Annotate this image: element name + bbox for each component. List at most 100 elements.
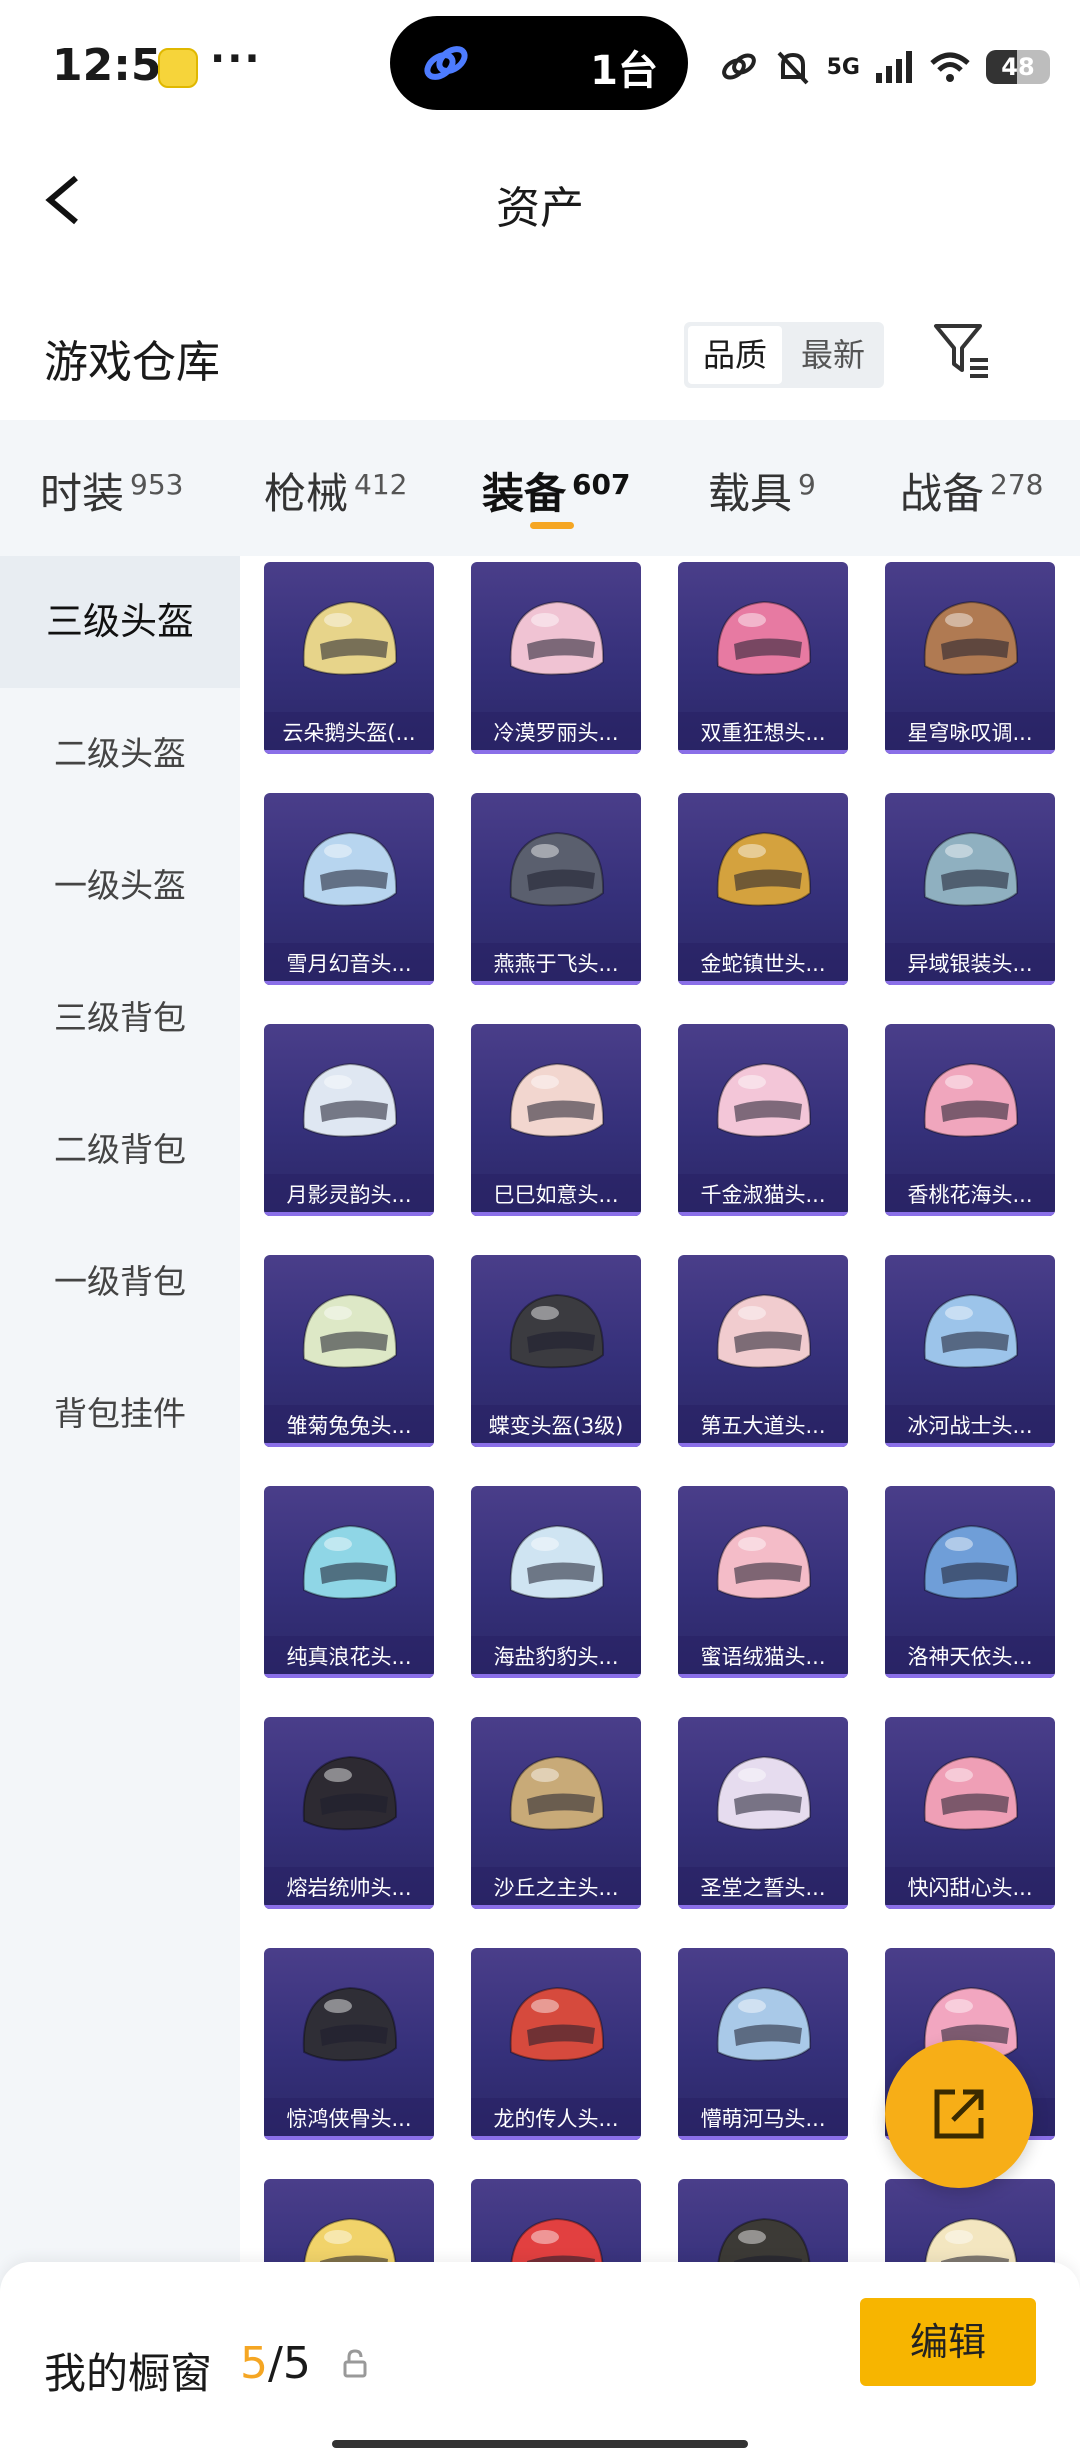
- item-card[interactable]: 云朵鹅头盔(...: [264, 562, 434, 754]
- item-card[interactable]: 沙丘之主头...: [471, 1717, 641, 1909]
- quality-bar: [264, 1212, 434, 1216]
- helmet-icon: [509, 1524, 605, 1600]
- item-name: 雏菊兔兔头...: [264, 1405, 434, 1447]
- sort-toggle: 品质 最新: [684, 322, 884, 388]
- edit-button[interactable]: 编辑: [860, 2298, 1036, 2386]
- tab-guns[interactable]: 枪械 412: [264, 460, 407, 521]
- helmet-icon: [716, 1524, 812, 1600]
- quality-bar: [885, 1212, 1055, 1216]
- item-name: 巳巳如意头...: [471, 1174, 641, 1216]
- helmet-icon: [302, 600, 398, 676]
- helmet-icon: [302, 831, 398, 907]
- subcategory-backpack-charm[interactable]: 背包挂件: [0, 1348, 240, 1480]
- helmet-icon: [509, 600, 605, 676]
- subcategory-level1-backpack[interactable]: 一级背包: [0, 1216, 240, 1348]
- quality-bar: [678, 1674, 848, 1678]
- helmet-icon: [716, 831, 812, 907]
- item-card[interactable]: 海盐豹豹头...: [471, 1486, 641, 1678]
- quality-bar: [471, 2136, 641, 2140]
- quality-bar: [264, 1443, 434, 1447]
- quality-bar: [471, 1212, 641, 1216]
- link-icon: [424, 46, 468, 80]
- status-icons: 5G 48: [719, 44, 1050, 90]
- helmet-icon: [716, 1293, 812, 1369]
- tab-equipment[interactable]: 装备 607: [482, 460, 630, 521]
- helmet-icon: [923, 600, 1019, 676]
- item-card[interactable]: 第五大道头...: [678, 1255, 848, 1447]
- item-card[interactable]: 香桃花海头...: [885, 1024, 1055, 1216]
- item-name: 燕燕于飞头...: [471, 943, 641, 985]
- item-name: 纯真浪花头...: [264, 1636, 434, 1678]
- item-card[interactable]: 金蛇镇世头...: [678, 793, 848, 985]
- item-card[interactable]: 星穹咏叹调...: [885, 562, 1055, 754]
- subcategory-level3-backpack[interactable]: 三级背包: [0, 952, 240, 1084]
- dynamic-island[interactable]: 1台: [390, 16, 688, 110]
- more-notifications-icon: ···: [210, 36, 262, 82]
- share-button[interactable]: [885, 2040, 1033, 2188]
- subcategory-level1-helmet[interactable]: 一级头盔: [0, 820, 240, 952]
- home-indicator[interactable]: [332, 2440, 748, 2448]
- item-card[interactable]: 洛神天依头...: [885, 1486, 1055, 1678]
- helmet-icon: [923, 1293, 1019, 1369]
- tab-battle-prep[interactable]: 战备 278: [900, 460, 1043, 521]
- item-card[interactable]: 圣堂之誓头...: [678, 1717, 848, 1909]
- item-card[interactable]: 双重狂想头...: [678, 562, 848, 754]
- warehouse-header: 游戏仓库 品质 最新: [0, 300, 1080, 410]
- item-card[interactable]: 龙的传人头...: [471, 1948, 641, 2140]
- item-card[interactable]: 熔岩统帅头...: [264, 1717, 434, 1909]
- item-card[interactable]: 巳巳如意头...: [471, 1024, 641, 1216]
- subcategory-level2-backpack[interactable]: 二级背包: [0, 1084, 240, 1216]
- item-card[interactable]: 蝶变头盔(3级): [471, 1255, 641, 1447]
- helmet-icon: [716, 1062, 812, 1138]
- item-card[interactable]: 懵萌河马头...: [678, 1948, 848, 2140]
- quality-bar: [885, 1674, 1055, 1678]
- item-name: 双重狂想头...: [678, 712, 848, 754]
- active-tab-indicator: [530, 522, 574, 529]
- top-nav: 资产: [0, 130, 1080, 270]
- item-name: 沙丘之主头...: [471, 1867, 641, 1909]
- item-card[interactable]: 冷漠罗丽头...: [471, 562, 641, 754]
- item-card[interactable]: 快闪甜心头...: [885, 1717, 1055, 1909]
- item-card[interactable]: 千金淑猫头...: [678, 1024, 848, 1216]
- helmet-icon: [509, 1062, 605, 1138]
- sort-quality-option[interactable]: 品质: [688, 326, 782, 384]
- item-card[interactable]: 纯真浪花头...: [264, 1486, 434, 1678]
- showcase-label: 我的橱窗: [44, 2349, 213, 2398]
- subcategory-level2-helmet[interactable]: 二级头盔: [0, 688, 240, 820]
- quality-bar: [678, 2136, 848, 2140]
- quality-bar: [885, 1905, 1055, 1909]
- quality-bar: [264, 750, 434, 754]
- warehouse-title: 游戏仓库: [44, 337, 220, 388]
- quality-bar: [264, 2136, 434, 2140]
- island-count: 1台: [590, 48, 658, 94]
- subcategory-level3-helmet[interactable]: 三级头盔: [0, 556, 240, 688]
- helmet-icon: [716, 1755, 812, 1831]
- item-card[interactable]: 雏菊兔兔头...: [264, 1255, 434, 1447]
- helmet-icon: [302, 1524, 398, 1600]
- helmet-icon: [302, 1062, 398, 1138]
- tab-vehicles[interactable]: 载具 9: [708, 460, 816, 521]
- mute-icon: [777, 51, 809, 85]
- wifi-icon: [930, 52, 970, 82]
- sort-newest-option[interactable]: 最新: [786, 326, 880, 384]
- quality-bar: [471, 1443, 641, 1447]
- item-name: 月影灵韵头...: [264, 1174, 434, 1216]
- item-card[interactable]: 月影灵韵头...: [264, 1024, 434, 1216]
- item-card[interactable]: 惊鸿侠骨头...: [264, 1948, 434, 2140]
- item-card[interactable]: 燕燕于飞头...: [471, 793, 641, 985]
- filter-icon[interactable]: [930, 318, 994, 382]
- helmet-icon: [509, 1755, 605, 1831]
- quality-bar: [885, 1443, 1055, 1447]
- item-card[interactable]: 异域银装头...: [885, 793, 1055, 985]
- item-card[interactable]: 冰河战士头...: [885, 1255, 1055, 1447]
- helmet-icon: [509, 831, 605, 907]
- item-name: 懵萌河马头...: [678, 2098, 848, 2140]
- item-name: 异域银装头...: [885, 943, 1055, 985]
- tab-fashion[interactable]: 时装 953: [40, 460, 183, 521]
- status-bar: 12:51 ··· 1台 5G 48: [0, 0, 1080, 130]
- helmet-icon: [716, 1986, 812, 2062]
- quality-bar: [678, 1905, 848, 1909]
- item-card[interactable]: 雪月幻音头...: [264, 793, 434, 985]
- quality-bar: [264, 981, 434, 985]
- item-card[interactable]: 蜜语绒猫头...: [678, 1486, 848, 1678]
